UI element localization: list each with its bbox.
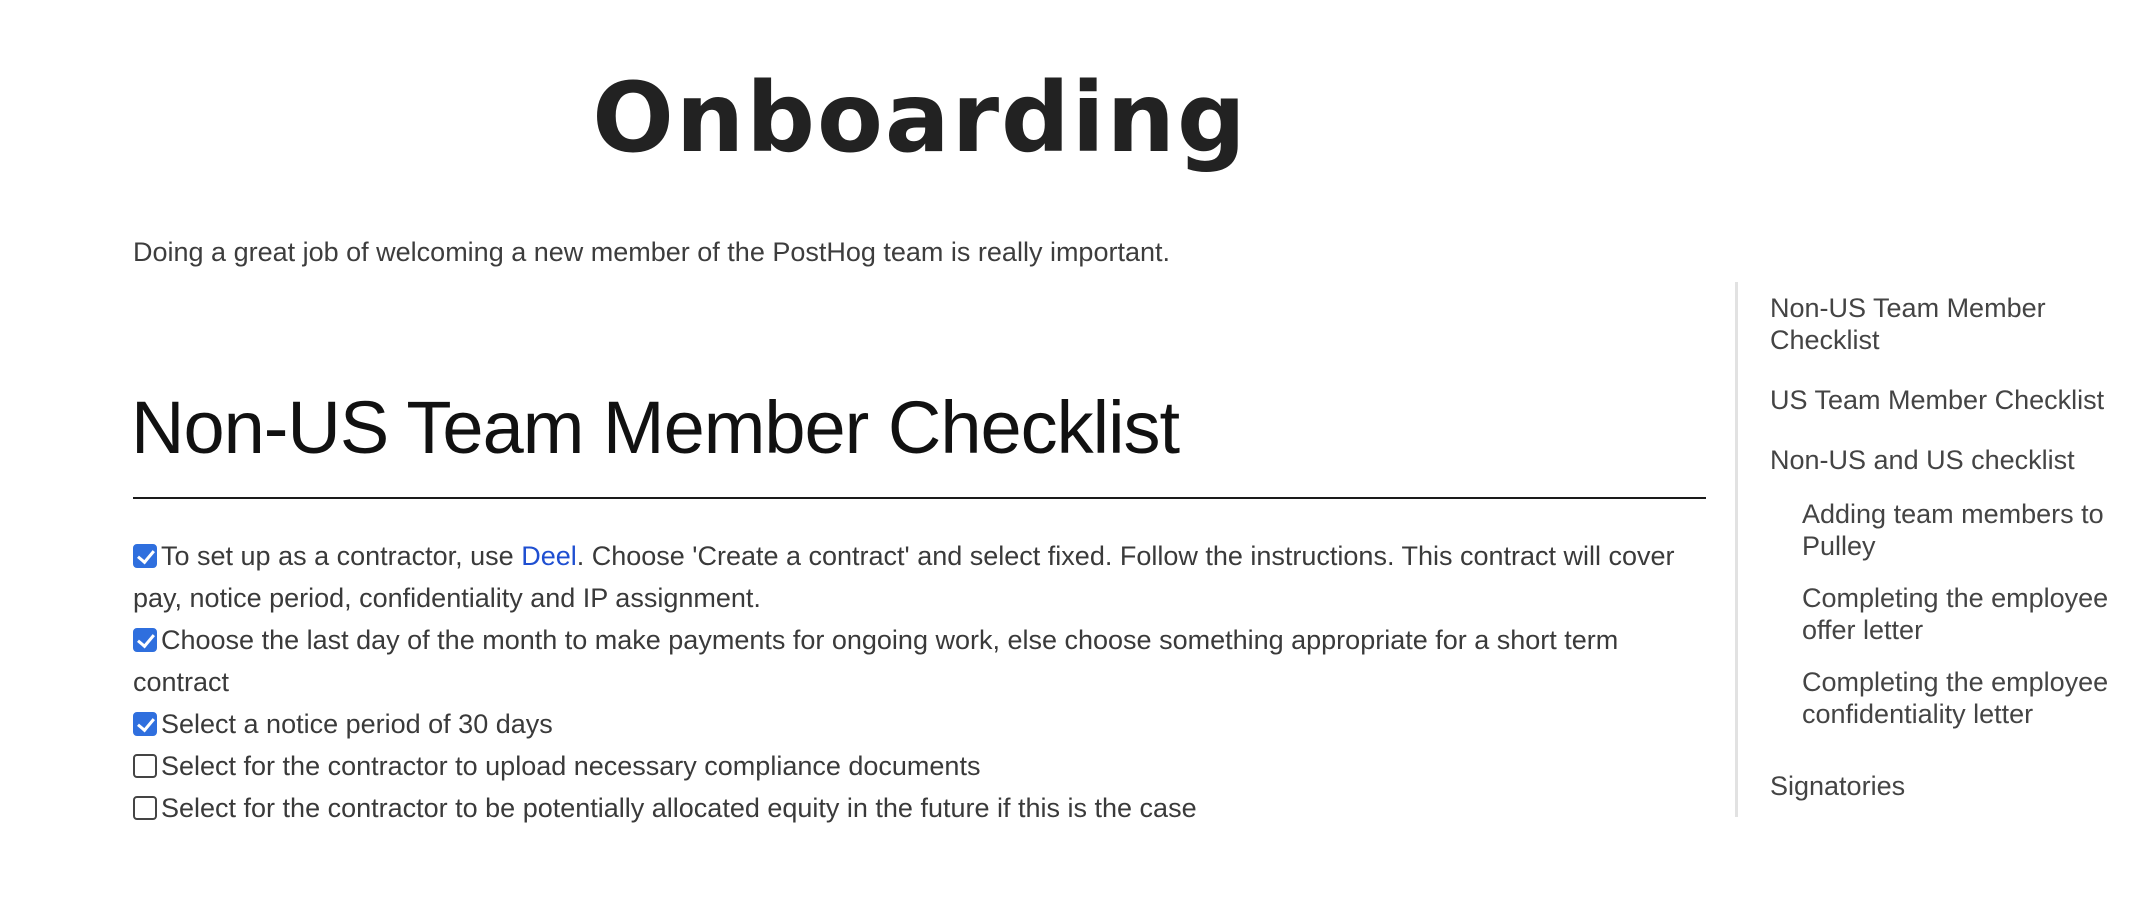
checklist-item: To set up as a contractor, use Deel. Cho… — [133, 535, 1706, 619]
checkbox-checked-icon[interactable] — [133, 544, 157, 568]
page-title: Onboarding — [592, 62, 1248, 174]
heading-divider — [133, 497, 1706, 499]
checklist-item: Select for the contractor to be potentia… — [133, 787, 1706, 829]
toc-item-employee-confidentiality-letter[interactable]: Completing the employee confidentiality … — [1802, 666, 2122, 730]
deel-link[interactable]: Deel — [521, 541, 577, 571]
intro-text: Doing a great job of welcoming a new mem… — [133, 237, 1170, 267]
checklist-item: Select for the contractor to upload nece… — [133, 745, 1706, 787]
checklist-item-text: To set up as a contractor, use — [161, 541, 522, 571]
checklist-item-text: Choose the last day of the month to make… — [133, 625, 1619, 697]
toc-item-signatories[interactable]: Signatories — [1770, 770, 2136, 802]
toc-item-non-us-and-us-checklist[interactable]: Non-US and US checklist — [1770, 444, 2136, 476]
checklist-item-text: Select a notice period of 30 days — [161, 709, 553, 739]
section-heading: Non-US Team Member Checklist — [131, 386, 1180, 469]
toc-item-non-us-checklist[interactable]: Non-US Team Member Checklist — [1770, 292, 2100, 356]
toc-item-us-checklist[interactable]: US Team Member Checklist — [1770, 384, 2136, 416]
checkbox-checked-icon[interactable] — [133, 712, 157, 736]
toc-divider — [1735, 282, 1738, 817]
checklist: To set up as a contractor, use Deel. Cho… — [133, 535, 1706, 829]
toc-item-adding-team-members-to-pulley[interactable]: Adding team members to Pulley — [1802, 498, 2122, 562]
checklist-item: Choose the last day of the month to make… — [133, 619, 1706, 703]
checklist-item-text: Select for the contractor to be potentia… — [161, 793, 1197, 823]
checklist-item-text: Select for the contractor to upload nece… — [161, 751, 981, 781]
checkbox-checked-icon[interactable] — [133, 628, 157, 652]
checklist-item: Select a notice period of 30 days — [133, 703, 1706, 745]
toc-item-employee-offer-letter[interactable]: Completing the employee offer letter — [1802, 582, 2122, 646]
checkbox-unchecked-icon[interactable] — [133, 796, 157, 820]
checkbox-unchecked-icon[interactable] — [133, 754, 157, 778]
